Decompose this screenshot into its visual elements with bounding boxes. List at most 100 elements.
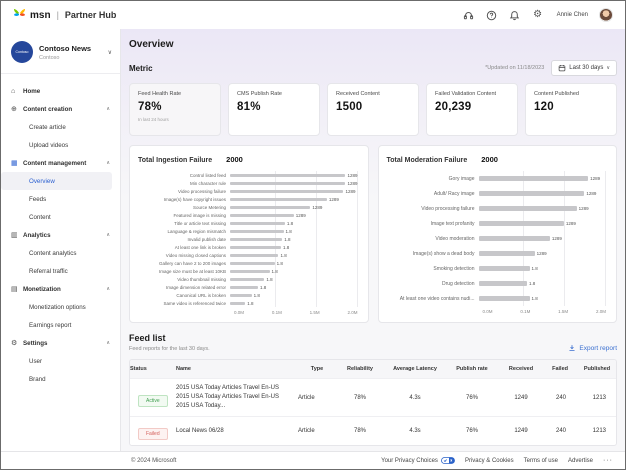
nav-item[interactable]: ⚙ Settings ∧ xyxy=(1,334,120,352)
metric-value: 81% xyxy=(237,101,311,113)
bar-label: Video processing failure xyxy=(387,206,479,212)
bar xyxy=(230,238,282,241)
column-header[interactable]: Status xyxy=(130,360,176,378)
bar-row[interactable]: Source Metering 1289 xyxy=(138,203,358,211)
bar xyxy=(479,176,589,181)
bar-row[interactable]: Video processing failure 1289 xyxy=(387,201,607,216)
nav-item[interactable]: ▤ Monetization ∧ xyxy=(1,280,120,298)
nav-item[interactable]: ⊕ Content creation ∧ xyxy=(1,100,120,118)
table-row[interactable]: Failed Local News 06/28 Article 78% 4.3s… xyxy=(130,416,616,445)
column-header[interactable]: Publish rate xyxy=(446,360,498,378)
bar xyxy=(230,286,258,289)
bar-row[interactable]: Gory image 1289 xyxy=(387,171,607,186)
bar-row[interactable]: Featured image is missing 1289 xyxy=(138,211,358,219)
nav-item[interactable]: Content xyxy=(1,208,120,226)
nav-item-icon: ▦ xyxy=(11,160,23,167)
nav-item[interactable]: Overview xyxy=(1,172,112,190)
bar-label: Min character rule xyxy=(138,181,230,186)
bar-row[interactable]: Video processing failure 1289 xyxy=(138,187,358,195)
column-header[interactable]: Published xyxy=(578,360,616,378)
bar-row[interactable]: Image text profanity 1289 xyxy=(387,216,607,231)
bar-value: 1289 xyxy=(590,176,600,181)
nav-item[interactable]: User xyxy=(1,352,120,370)
bar-row[interactable]: Language & region mismatch 1.8 xyxy=(138,227,358,235)
nav-item[interactable]: Create article xyxy=(1,118,120,136)
nav-item[interactable]: Brand xyxy=(1,370,120,388)
privacy-cookies-link[interactable]: Privacy & Cookies xyxy=(465,458,514,464)
column-header[interactable]: Failed xyxy=(544,360,578,378)
workspace-selector[interactable]: Contoso Contoso News Contoso ∨ xyxy=(1,29,120,74)
settings-icon[interactable]: ⚙ xyxy=(532,9,544,21)
bar-row[interactable]: Image(s) show a dead body 1289 xyxy=(387,246,607,261)
headset-icon[interactable] xyxy=(463,9,475,21)
nav-item[interactable]: Feeds xyxy=(1,190,120,208)
metric-card[interactable]: Failed Validation Content 20,239 xyxy=(426,83,518,136)
more-links-button[interactable]: ··· xyxy=(603,457,613,464)
bar-row[interactable]: Same video is referenced twice 1.8 xyxy=(138,299,358,307)
nav-item[interactable]: ▦ Content management ∧ xyxy=(1,154,120,172)
axis-tick: 0.0M xyxy=(483,309,493,314)
export-report-link[interactable]: Export report xyxy=(568,344,617,352)
table-body: Active 2015 USA Today Articles Travel En… xyxy=(130,378,616,445)
table-row[interactable]: Active 2015 USA Today Articles Travel En… xyxy=(130,378,616,416)
bar-label: Language & region mismatch xyxy=(138,229,230,234)
bar-value: 1289 xyxy=(345,189,355,194)
bar-label: Video missing closed captions xyxy=(138,253,230,258)
date-range-dropdown[interactable]: Last 30 days ∨ xyxy=(551,60,617,76)
column-header[interactable]: Average Latency xyxy=(384,360,446,378)
nav-item[interactable]: Referral traffic xyxy=(1,262,120,280)
metric-card[interactable]: Content Published 120 xyxy=(525,83,617,136)
bar-row[interactable]: Video moderation 1289 xyxy=(387,231,607,246)
nav-item[interactable]: Upload videos xyxy=(1,136,120,154)
calendar-icon xyxy=(558,64,566,72)
bar-row[interactable]: Smoking detection 1.8 xyxy=(387,261,607,276)
nav-item[interactable]: ⌂ Home xyxy=(1,82,120,100)
column-header[interactable]: Reliability xyxy=(336,360,384,378)
bar-row[interactable]: Video thumbnail missing 1.8 xyxy=(138,275,358,283)
notifications-icon[interactable] xyxy=(509,9,521,21)
help-icon[interactable] xyxy=(486,9,498,21)
column-header[interactable]: Type xyxy=(298,360,336,378)
bar-label: Image(s) have copyright issues xyxy=(138,197,230,202)
terms-of-use-link[interactable]: Terms of use xyxy=(524,458,558,464)
msn-butterfly-icon xyxy=(13,6,26,24)
status-badge: Failed xyxy=(138,428,168,440)
bar-row[interactable]: Drug detection 1.8 xyxy=(387,276,607,291)
bar-row[interactable]: Adult/ Racy image 1289 xyxy=(387,186,607,201)
chevron-up-icon: ∧ xyxy=(106,106,110,112)
nav-item[interactable]: Content analytics xyxy=(1,244,120,262)
bar-row[interactable]: Video missing closed captions 1.8 xyxy=(138,251,358,259)
nav-item[interactable]: ▥ Analytics ∧ xyxy=(1,226,120,244)
column-header[interactable]: Received xyxy=(498,360,544,378)
bar-row[interactable]: Canonical URL is broken 1.8 xyxy=(138,291,358,299)
bar-value: 1289 xyxy=(566,221,576,226)
nav-item-icon: ⚙ xyxy=(11,340,23,347)
bar-value: 1.8 xyxy=(254,293,260,298)
bar-row[interactable]: Image dimension related error 1.8 xyxy=(138,283,358,291)
bar-row[interactable]: Image size must be at least 10KB 1.8 xyxy=(138,267,358,275)
nav-item[interactable]: Earnings report xyxy=(1,316,120,334)
bar-row[interactable]: Image(s) have copyright issues 1289 xyxy=(138,195,358,203)
privacy-choices-link[interactable]: Your Privacy Choices xyxy=(381,457,455,464)
bar-value: 1289 xyxy=(586,191,596,196)
bar-row[interactable]: At least one video contains nudi... 1.8 xyxy=(387,291,607,306)
bar xyxy=(479,266,530,271)
bar xyxy=(230,182,345,185)
metric-card[interactable]: CMS Publish Rate 81% xyxy=(228,83,320,136)
bar-row[interactable]: Invalid publish date 1.8 xyxy=(138,235,358,243)
metric-card[interactable]: Received Content 1500 xyxy=(327,83,419,136)
column-header[interactable]: Name xyxy=(176,360,298,378)
bar-row[interactable]: Min character rule 1289 xyxy=(138,179,358,187)
bar-label: Image(s) show a dead body xyxy=(387,251,479,257)
bar-label: Gallery can have 2 to 200 images xyxy=(138,261,230,266)
bar-row[interactable]: Control listed feed 1289 xyxy=(138,171,358,179)
user-avatar[interactable] xyxy=(599,8,613,22)
metric-card[interactable]: Feed Health Rate 78% In last 24 hours xyxy=(129,83,221,136)
bar-row[interactable]: Gallery can have 2 to 200 images 1.8 xyxy=(138,259,358,267)
msn-logo[interactable]: msn | Partner Hub xyxy=(13,6,116,24)
bar-row[interactable]: At least one link is broken 1.8 xyxy=(138,243,358,251)
nav-item[interactable]: Monetization options xyxy=(1,298,120,316)
feed-failed: 240 xyxy=(544,423,578,439)
advertise-link[interactable]: Advertise xyxy=(568,458,593,464)
bar-row[interactable]: Title or article text missing 1.8 xyxy=(138,219,358,227)
